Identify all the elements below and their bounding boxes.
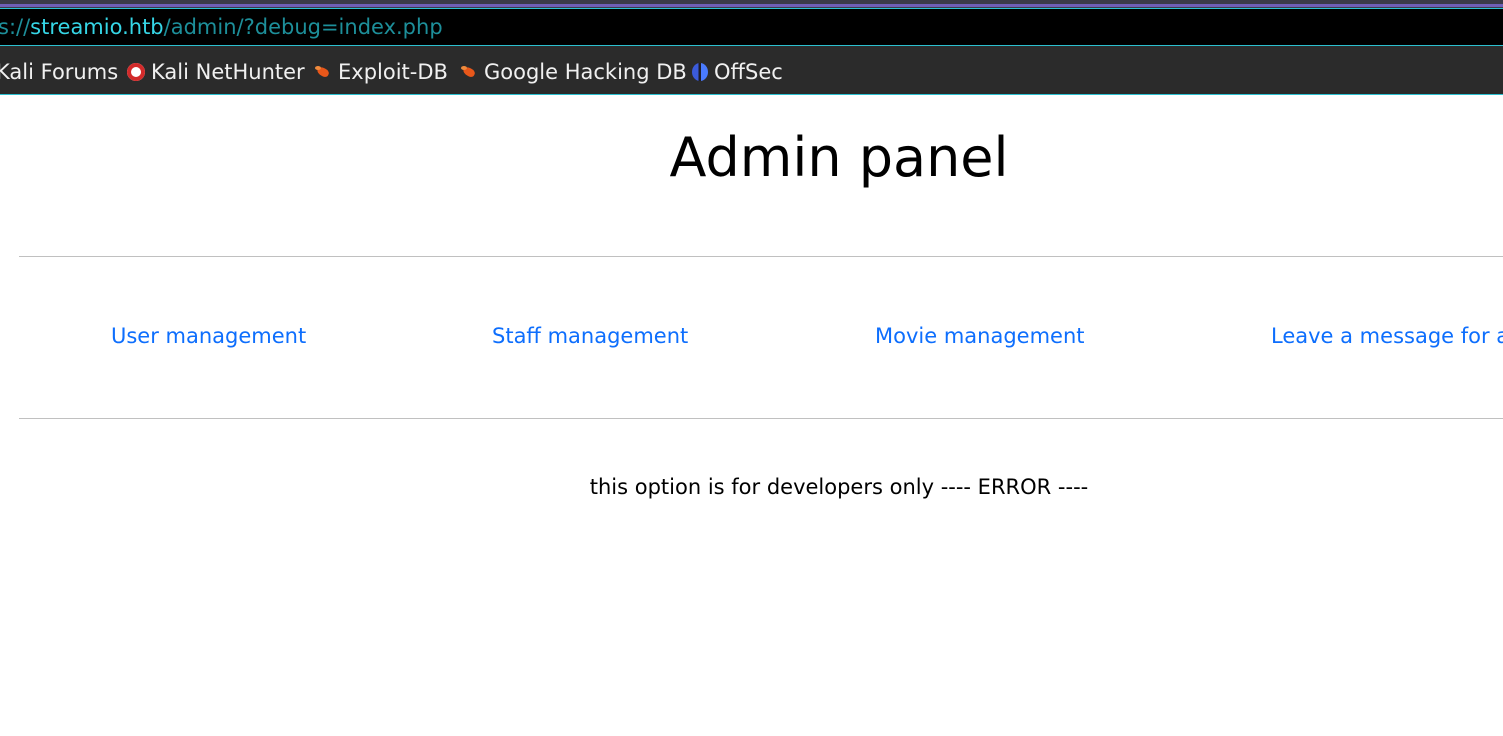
error-message: this option is for developers only ---- … bbox=[589, 475, 1089, 499]
accent-line bbox=[0, 4, 1503, 7]
exploit-db-icon bbox=[460, 63, 478, 81]
nethunter-icon bbox=[127, 63, 145, 81]
bookmark-kali-forums[interactable]: Kali Forums bbox=[0, 60, 118, 84]
nav-link-user-management[interactable]: User management bbox=[111, 324, 306, 348]
bookmarks-toolbar: Kali Forums Kali NetHunter Exploit-DB Go… bbox=[0, 46, 1503, 95]
window-top-stripe bbox=[0, 0, 1503, 8]
url-path: /admin/?debug=index.php bbox=[163, 15, 443, 39]
bookmark-google-hacking-db[interactable]: Google Hacking DB bbox=[460, 60, 687, 84]
nav-link-movie-management[interactable]: Movie management bbox=[875, 324, 1085, 348]
page-title: Admin panel bbox=[669, 126, 1009, 189]
bookmark-label: Kali Forums bbox=[0, 60, 119, 84]
address-bar[interactable]: s://streamio.htb/admin/?debug=index.php bbox=[0, 8, 1503, 46]
url-scheme: s:// bbox=[0, 15, 31, 39]
bookmark-offsec[interactable]: OffSec bbox=[692, 60, 783, 84]
exploit-db-icon bbox=[314, 63, 332, 81]
bookmark-exploit-db[interactable]: Exploit-DB bbox=[314, 60, 448, 84]
divider-top bbox=[19, 256, 1503, 257]
bookmark-kali-nethunter[interactable]: Kali NetHunter bbox=[127, 60, 305, 84]
url-text[interactable]: s://streamio.htb/admin/?debug=index.php bbox=[0, 15, 443, 39]
divider-bottom bbox=[19, 418, 1503, 419]
nav-link-leave-message[interactable]: Leave a message for a bbox=[1271, 324, 1503, 348]
url-host: streamio.htb bbox=[30, 15, 164, 39]
bookmark-label: Google Hacking DB bbox=[484, 60, 687, 84]
offsec-icon bbox=[692, 63, 708, 81]
bookmark-label: Kali NetHunter bbox=[151, 60, 305, 84]
bookmark-label: Exploit-DB bbox=[338, 60, 448, 84]
bookmark-label: OffSec bbox=[714, 60, 783, 84]
nav-link-staff-management[interactable]: Staff management bbox=[492, 324, 688, 348]
